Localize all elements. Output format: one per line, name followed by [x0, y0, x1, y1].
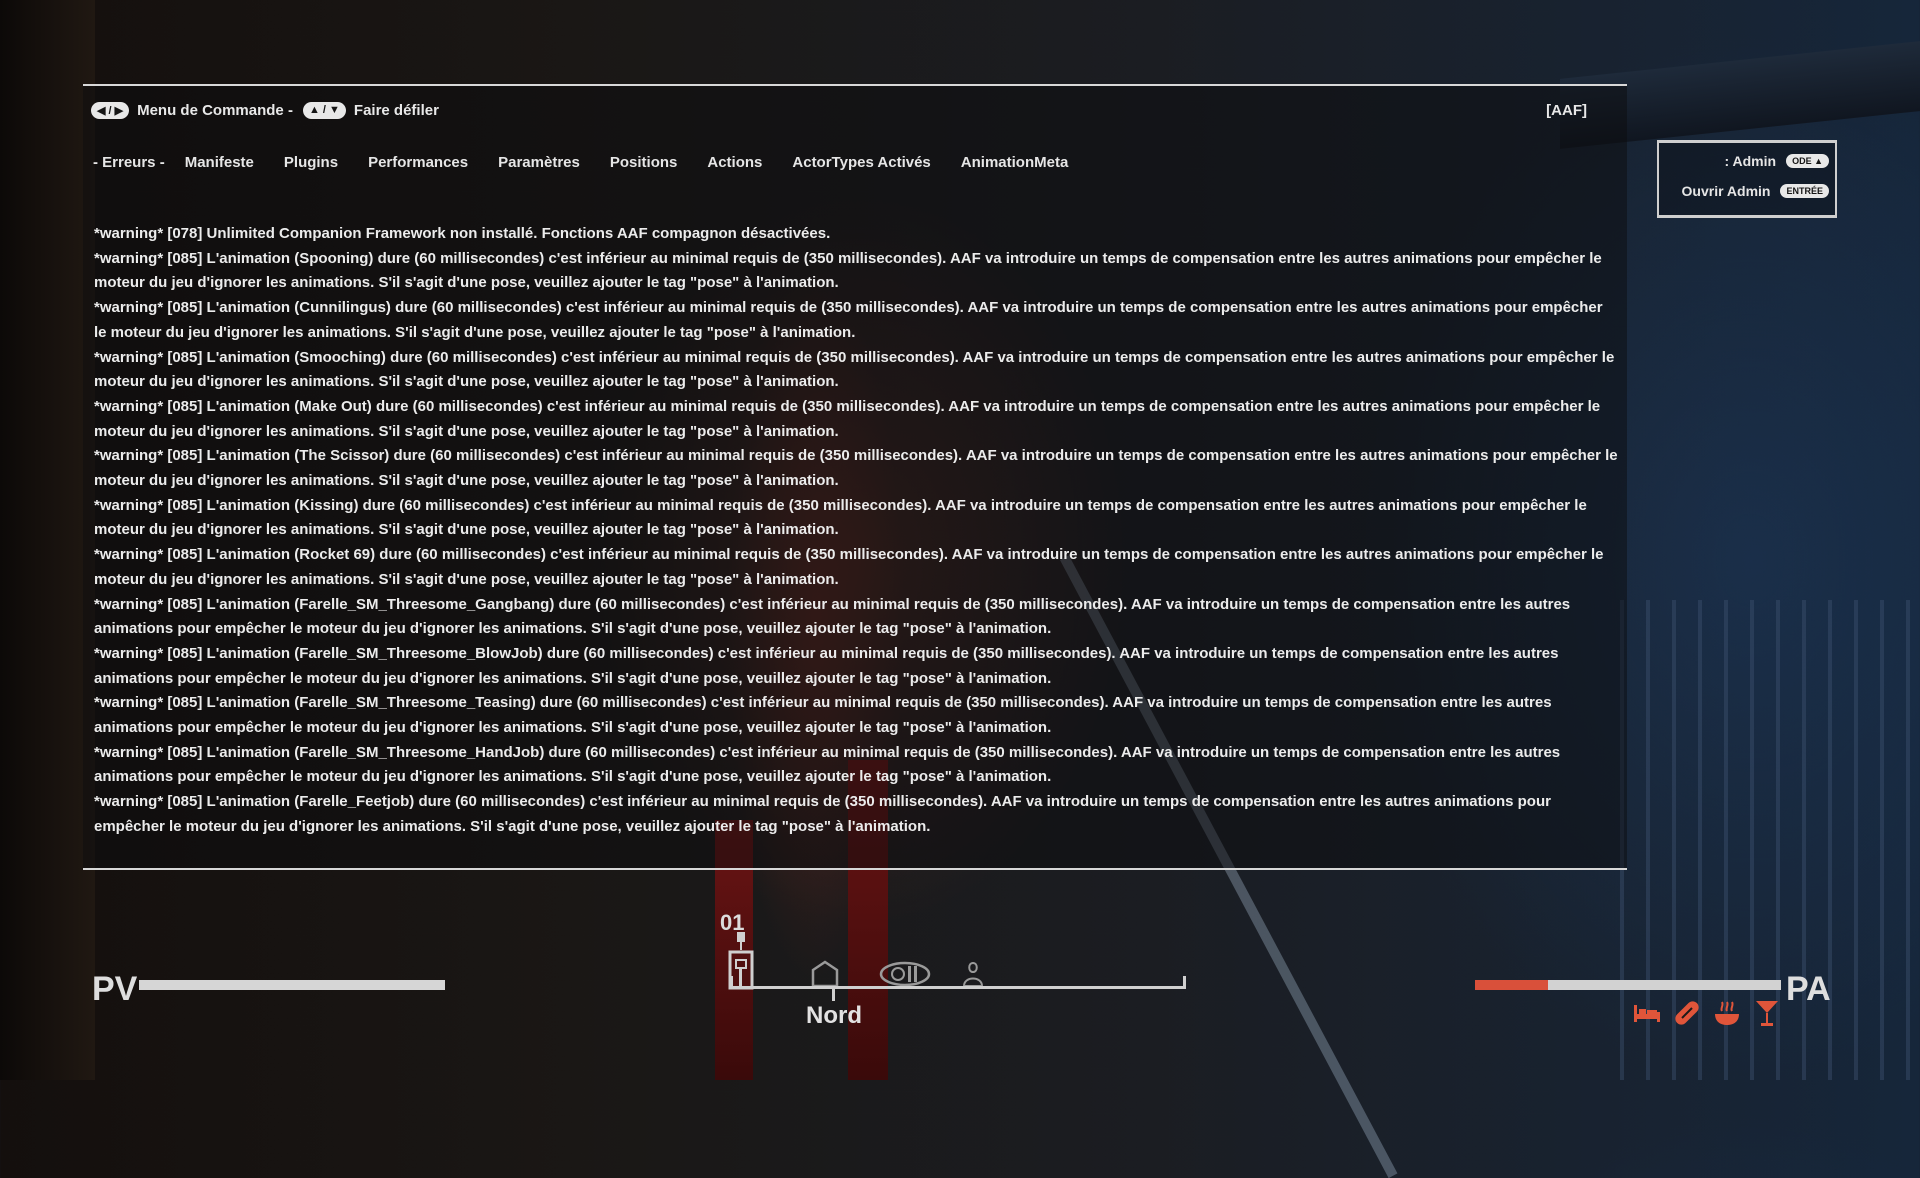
tab-performances[interactable]: Performances [368, 154, 468, 171]
tab-manifest[interactable]: Manifeste [185, 154, 254, 171]
ap-bar [1475, 980, 1781, 990]
survival-needs [1632, 998, 1782, 1028]
bowl-icon [1712, 998, 1742, 1028]
compass-bar [730, 986, 1186, 989]
admin-box-edge [1835, 140, 1837, 218]
tab-settings[interactable]: Paramètres [498, 154, 580, 171]
log-line: *warning* [085] L'animation (Farelle_SM_… [94, 644, 1559, 687]
log-line: *warning* [085] L'animation (Smooching) … [94, 348, 1615, 391]
tab-bar: - Erreurs - Manifeste Plugins Performanc… [93, 154, 1098, 171]
log-line: *warning* [085] L'animation (Farelle_SM_… [94, 743, 1561, 786]
compass-direction: Nord [806, 1002, 862, 1029]
ap-bar-fill [1475, 980, 1549, 990]
error-log[interactable]: *warning* [078] Unlimited Companion Fram… [94, 222, 1619, 840]
command-menu-label: Menu de Commande - [137, 101, 293, 119]
npc-marker-icon [962, 961, 984, 987]
compass: 01 Nord [720, 910, 1190, 1029]
app-tag: [AAF] [1546, 101, 1587, 119]
open-admin-label: Ouvrir Admin [1681, 183, 1771, 199]
log-line: *warning* [085] L'animation (Rocket 69) … [94, 546, 1604, 588]
aaf-error-panel: ◀ / ▶ Menu de Commande - ▲ / ▼ Faire déf… [83, 84, 1627, 870]
tab-positions[interactable]: Positions [610, 154, 678, 171]
admin-label: : Admin [1724, 153, 1777, 169]
pill-icon [1672, 998, 1702, 1028]
admin-row[interactable]: : Admin ODE ▲ [1724, 153, 1829, 169]
tab-errors[interactable]: - Erreurs - [93, 154, 165, 171]
admin-hint-box: : Admin ODE ▲ Ouvrir Admin ENTRÉE [1657, 140, 1837, 218]
log-line: *warning* [085] L'animation (Spooning) d… [94, 249, 1602, 292]
log-line: *warning* [078] Unlimited Companion Fram… [94, 225, 831, 242]
admin-box-edge [1657, 140, 1659, 218]
compass-heading-tick [832, 989, 835, 1001]
ap-label: PA [1786, 970, 1831, 1008]
ud-key-hint: ▲ / ▼ [302, 101, 346, 119]
log-line: *warning* [085] L'animation (Cunnilingus… [94, 299, 1603, 341]
tab-actortypes[interactable]: ActorTypes Activés [792, 154, 930, 171]
hp-label: PV [92, 970, 138, 1008]
lr-key-hint: ◀ / ▶ [91, 101, 130, 119]
background-pillar [0, 0, 95, 1080]
control-hint-bar: ◀ / ▶ Menu de Commande - ▲ / ▼ Faire déf… [91, 96, 1587, 124]
log-line: *warning* [085] L'animation (Farelle_SM_… [94, 694, 1552, 737]
compass-right-cap [1183, 976, 1186, 989]
log-line: *warning* [085] L'animation (Make Out) d… [94, 397, 1601, 440]
tab-plugins[interactable]: Plugins [284, 154, 338, 171]
open-admin-row[interactable]: Ouvrir Admin ENTRÉE [1682, 183, 1829, 199]
house-marker-icon [811, 960, 839, 988]
admin-key-hint: ODE ▲ [1786, 154, 1829, 168]
hp-bar [139, 980, 445, 990]
scroll-label: Faire défiler [353, 101, 439, 119]
vault-marker-icon [879, 961, 931, 987]
tab-animationmeta[interactable]: AnimationMeta [961, 154, 1069, 171]
log-line: *warning* [085] L'animation (Farelle_SM_… [94, 595, 1571, 638]
log-line: *warning* [085] L'animation (The Scissor… [94, 447, 1618, 490]
log-line: *warning* [085] L'animation (Farelle_Fee… [94, 793, 1551, 835]
bed-icon [1632, 998, 1662, 1028]
cocktail-icon [1752, 998, 1782, 1028]
log-line: *warning* [085] L'animation (Kissing) du… [94, 496, 1587, 539]
enter-key-hint: ENTRÉE [1780, 184, 1829, 198]
tab-actions[interactable]: Actions [707, 154, 762, 171]
hp-bar-fill [139, 980, 445, 990]
